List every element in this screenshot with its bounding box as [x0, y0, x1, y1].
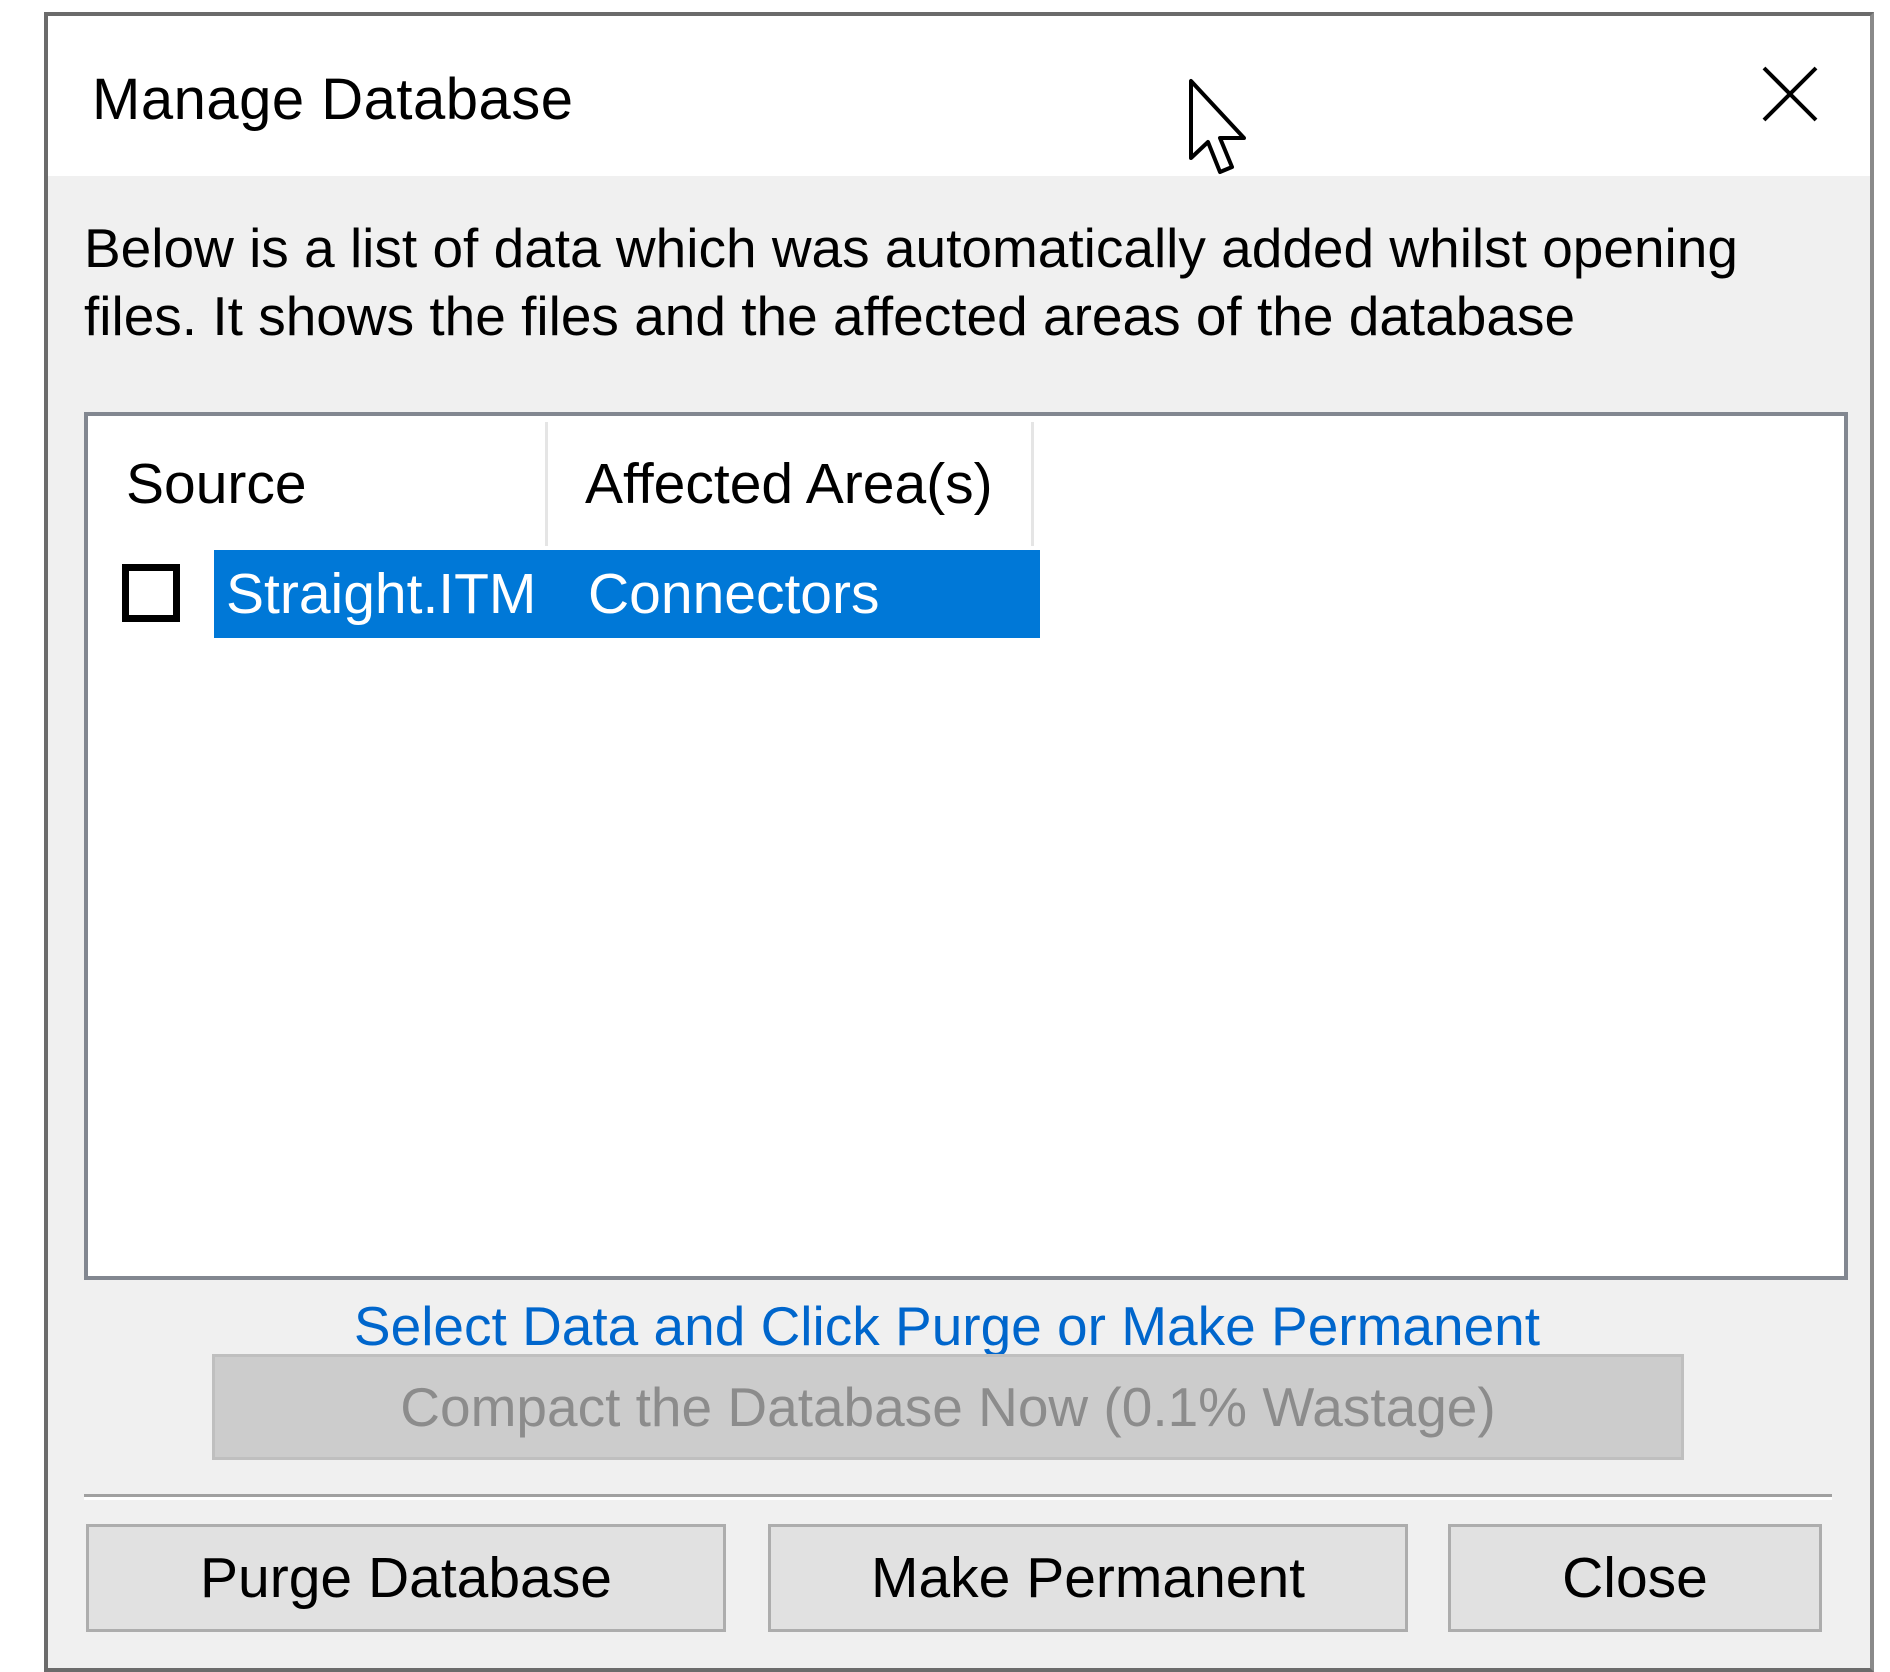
cell-affected-area: Connectors	[588, 562, 880, 626]
column-header-source[interactable]: Source	[88, 422, 548, 546]
close-button[interactable]: Close	[1448, 1524, 1822, 1632]
make-permanent-button[interactable]: Make Permanent	[768, 1524, 1408, 1632]
cell-source: Straight.ITM	[226, 562, 537, 626]
dialog-title: Manage Database	[92, 67, 574, 132]
close-icon[interactable]	[1758, 62, 1822, 126]
manage-database-dialog: Manage Database Below is a list of data …	[44, 12, 1874, 1672]
compact-database-button[interactable]: Compact the Database Now (0.1% Wastage)	[212, 1354, 1684, 1460]
title-bar[interactable]: Manage Database	[48, 16, 1870, 176]
instruction-hint: Select Data and Click Purge or Make Perm…	[353, 1295, 1541, 1357]
dialog-description: Below is a list of data which was automa…	[84, 217, 1738, 347]
data-list[interactable]: Source Affected Area(s) Straight.ITM Con…	[84, 412, 1848, 1280]
purge-database-button[interactable]: Purge Database	[86, 1524, 726, 1632]
list-item[interactable]: Straight.ITM Connectors	[88, 550, 1040, 638]
column-header-affected-areas[interactable]: Affected Area(s)	[551, 422, 1034, 546]
divider	[84, 1494, 1832, 1500]
row-checkbox[interactable]	[122, 564, 180, 622]
